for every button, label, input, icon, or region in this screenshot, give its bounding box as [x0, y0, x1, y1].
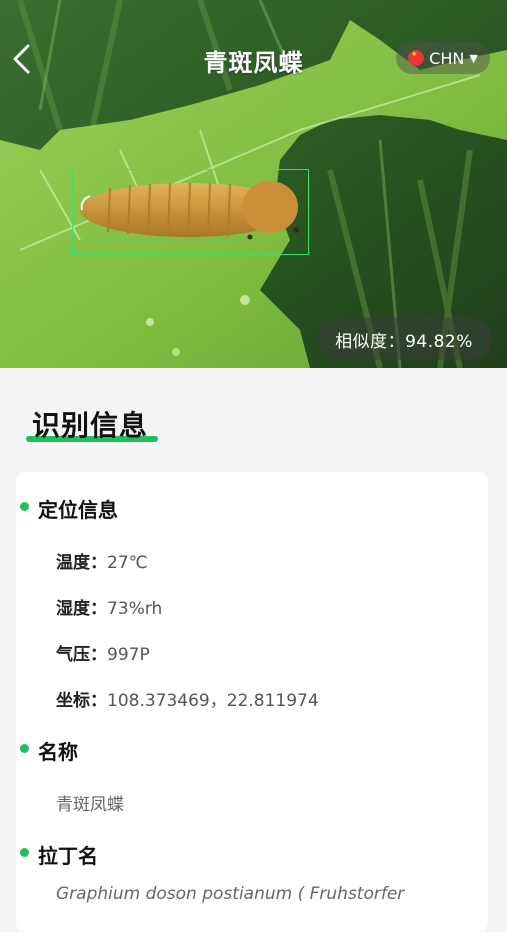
- name-value: 青斑凤蝶: [56, 795, 124, 815]
- bullet-dot: [20, 848, 29, 857]
- info-card: 定位信息 温度：27℃ 湿度：73%rh 气压：997P 坐标：108.3734…: [16, 472, 488, 932]
- bullet-dot: [20, 502, 29, 511]
- coordinate-label: 坐标：: [56, 691, 107, 711]
- name-heading-text: 名称: [38, 740, 78, 764]
- similarity-badge: 相似度：94.82%: [316, 318, 492, 360]
- language-selector[interactable]: CHN ▼: [396, 42, 490, 74]
- humidity-row: 湿度：73%rh: [56, 594, 162, 619]
- top-bar: 青斑凤蝶 CHN ▼: [0, 0, 507, 120]
- coordinate-value: 108.373469，22.811974: [107, 691, 319, 711]
- humidity-label: 湿度：: [56, 599, 107, 619]
- pressure-value: 997P: [107, 645, 150, 665]
- detection-box: [72, 169, 309, 255]
- humidity-value: 73%rh: [107, 599, 163, 619]
- pressure-label: 气压：: [56, 645, 107, 665]
- location-heading: 定位信息: [20, 494, 118, 523]
- temperature-value: 27℃: [107, 553, 148, 573]
- temperature-label: 温度：: [56, 553, 107, 573]
- latin-name-heading-text: 拉丁名: [38, 844, 98, 868]
- coordinate-row: 坐标：108.373469，22.811974: [56, 686, 319, 711]
- latin-name-value: Graphium doson postianum ( Fruhstorfer: [56, 884, 405, 904]
- location-heading-text: 定位信息: [38, 498, 118, 522]
- china-flag-icon: [408, 50, 425, 66]
- pressure-row: 气压：997P: [56, 640, 150, 665]
- caret-down-icon: ▼: [469, 51, 478, 65]
- section-title: 识别信息: [32, 409, 149, 442]
- language-label: CHN: [429, 48, 465, 68]
- latin-name-heading: 拉丁名: [20, 840, 98, 869]
- bullet-dot: [20, 744, 29, 753]
- temperature-row: 温度：27℃: [56, 548, 148, 573]
- name-heading: 名称: [20, 736, 78, 765]
